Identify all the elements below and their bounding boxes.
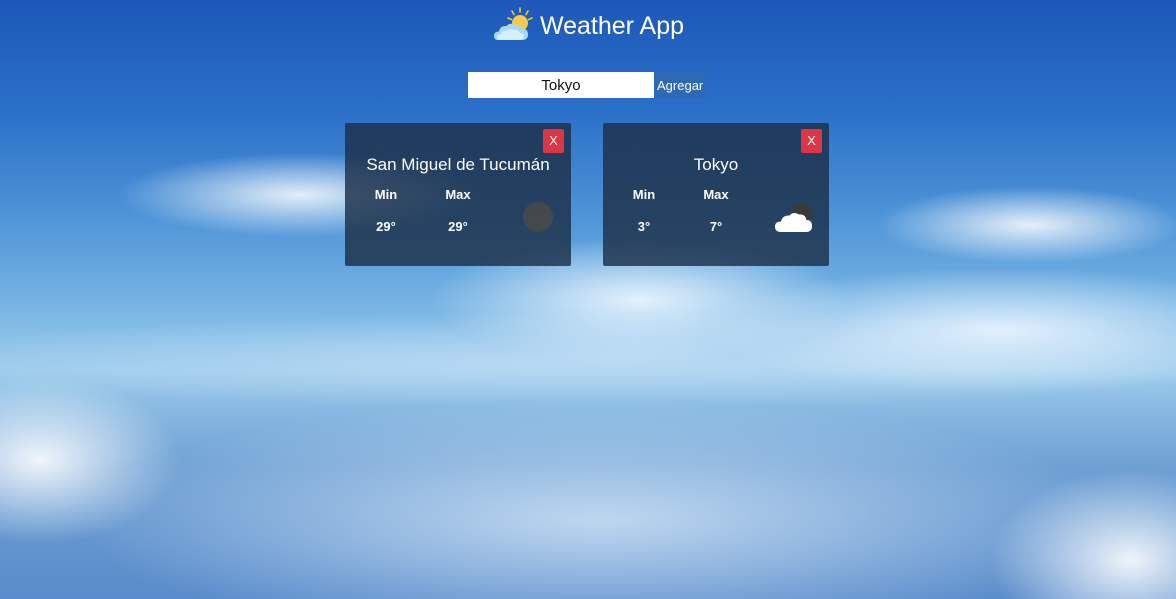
sun-behind-cloud-icon — [492, 6, 536, 46]
min-temp-column: Min 29° — [366, 187, 406, 234]
city-weather-card: X Tokyo Min 3° Max 7° — [603, 123, 829, 266]
app-header: Weather App — [0, 6, 1176, 46]
min-temp-column: Min 3° — [624, 187, 664, 234]
city-search-input[interactable] — [468, 72, 654, 98]
min-label: Min — [374, 187, 398, 202]
max-temp-value: 29° — [448, 219, 468, 234]
dark-moon-icon — [513, 199, 561, 239]
app-title: Weather App — [539, 12, 685, 40]
city-name: San Miguel de Tucumán — [366, 155, 550, 174]
max-label: Max — [445, 187, 471, 202]
city-weather-card: X San Miguel de Tucumán Min 29° Max 29° — [345, 123, 571, 266]
min-temp-value: 3° — [637, 219, 651, 234]
max-temp-column: Max 7° — [696, 187, 736, 234]
max-label: Max — [703, 187, 729, 202]
min-label: Min — [632, 187, 656, 202]
add-city-button[interactable]: Agregar — [654, 72, 707, 98]
min-temp-value: 29° — [376, 219, 396, 234]
close-card-button[interactable]: X — [543, 129, 564, 153]
city-name: Tokyo — [693, 155, 739, 174]
add-city-form: Agregar — [468, 72, 707, 98]
close-card-button[interactable]: X — [801, 129, 822, 153]
max-temp-column: Max 29° — [438, 187, 478, 234]
max-temp-value: 7° — [709, 219, 723, 234]
cloudy-night-icon — [771, 199, 819, 239]
